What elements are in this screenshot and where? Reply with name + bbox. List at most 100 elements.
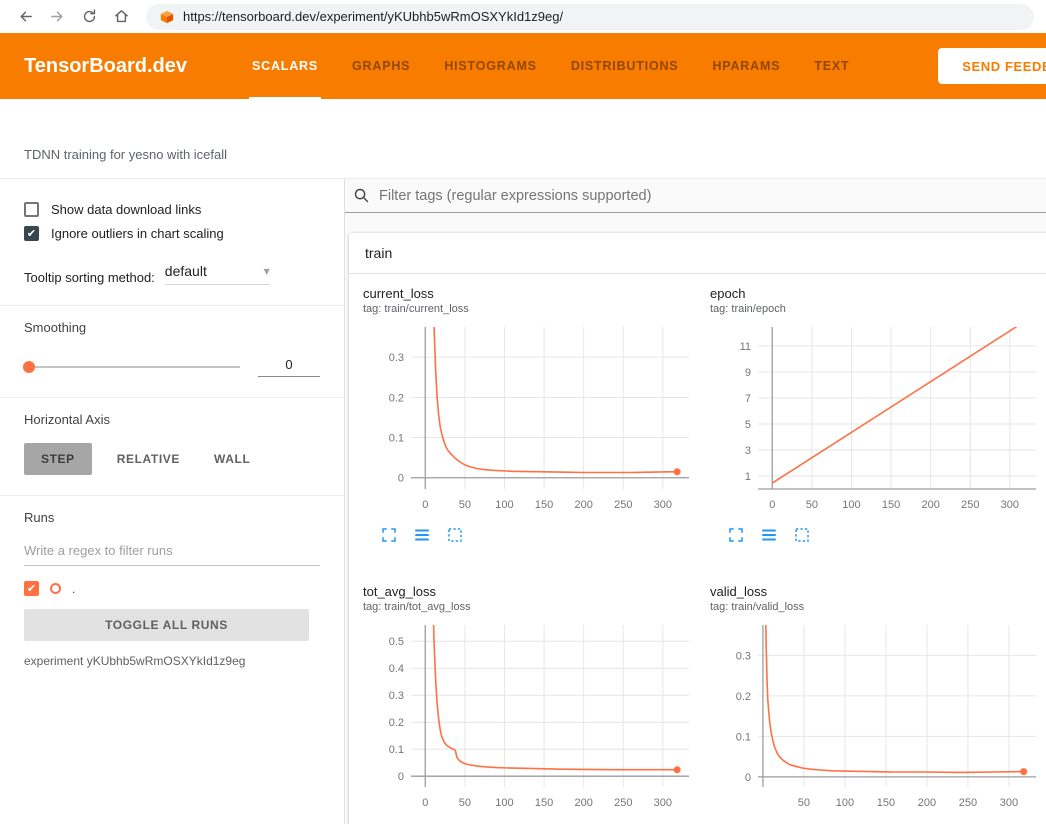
run-checkbox[interactable]: ✔ bbox=[24, 581, 39, 596]
experiment-id-note: experiment yKUbhb5wRmOSXYkId1z9eg bbox=[24, 654, 320, 668]
smoothing-slider-thumb[interactable] bbox=[23, 361, 35, 373]
chart-current-loss: current_loss tag: train/current_loss 050… bbox=[363, 286, 698, 544]
y-tick-label: 0.3 bbox=[736, 650, 751, 662]
experiment-title: TDNN training for yesno with icefall bbox=[24, 147, 227, 162]
series-end-dot bbox=[1020, 768, 1027, 775]
address-bar[interactable]: https://tensorboard.dev/experiment/yKUbh… bbox=[146, 4, 1034, 30]
show-download-links-row: Show data download links bbox=[24, 202, 320, 217]
train-section-header[interactable]: train bbox=[349, 233, 1046, 274]
x-tick-label: 250 bbox=[614, 499, 632, 511]
page: https://tensorboard.dev/experiment/yKUbh… bbox=[0, 0, 1046, 825]
home-icon[interactable] bbox=[106, 3, 136, 31]
series-line bbox=[429, 319, 677, 473]
url-text: https://tensorboard.dev/experiment/yKUbh… bbox=[183, 9, 563, 24]
y-tick-label: 0 bbox=[398, 473, 404, 485]
fit-domain-icon[interactable] bbox=[446, 526, 464, 544]
line-chart-plot[interactable]: 5010015020025030000.10.20.3 bbox=[710, 617, 1045, 818]
refresh-icon[interactable] bbox=[74, 3, 104, 31]
general-settings-section: Show data download links ✔ Ignore outlie… bbox=[0, 179, 344, 306]
tab-hparams[interactable]: HPARAMS bbox=[695, 33, 797, 99]
tab-distributions[interactable]: DISTRIBUTIONS bbox=[554, 33, 696, 99]
tab-histograms[interactable]: HISTOGRAMS bbox=[427, 33, 554, 99]
line-chart-svg: 05010015020025030000.10.20.3 bbox=[363, 319, 698, 515]
y-tick-label: 0 bbox=[745, 772, 751, 784]
y-tick-label: 5 bbox=[745, 419, 751, 431]
horizontal-axis-section: Horizontal Axis STEP RELATIVE WALL bbox=[0, 398, 344, 496]
tag-filter-row bbox=[345, 179, 1046, 213]
send-feedback-button[interactable]: SEND FEEDBACK bbox=[938, 48, 1046, 84]
y-tick-label: 0.2 bbox=[736, 691, 751, 703]
x-tick-label: 200 bbox=[921, 499, 939, 511]
tab-text[interactable]: TEXT bbox=[797, 33, 866, 99]
smoothing-section: Smoothing 0 bbox=[0, 306, 344, 398]
smoothing-slider[interactable] bbox=[24, 366, 240, 368]
line-chart-plot[interactable]: 05010015020025030000.10.20.3 bbox=[363, 319, 698, 520]
x-tick-label: 100 bbox=[495, 499, 513, 511]
axis-wall-button[interactable]: WALL bbox=[197, 443, 267, 475]
x-tick-label: 200 bbox=[918, 797, 936, 809]
series-end-dot bbox=[674, 766, 681, 773]
smoothing-label: Smoothing bbox=[24, 320, 320, 335]
chart-toolbar bbox=[363, 526, 698, 544]
run-list-icon[interactable] bbox=[413, 526, 431, 544]
tag-filter-input[interactable] bbox=[379, 188, 1046, 204]
expand-icon[interactable] bbox=[727, 526, 745, 544]
search-icon bbox=[353, 187, 370, 204]
main-panel: train current_loss tag: train/current_lo… bbox=[345, 179, 1046, 824]
ignore-outliers-label: Ignore outliers in chart scaling bbox=[51, 226, 224, 241]
tensorboard-favicon bbox=[160, 10, 174, 24]
y-tick-label: 0.5 bbox=[389, 636, 404, 648]
y-tick-label: 0.1 bbox=[389, 744, 404, 756]
brand-logo[interactable]: TensorBoard.dev bbox=[24, 55, 187, 78]
run-list-icon[interactable] bbox=[760, 526, 778, 544]
show-download-links-checkbox[interactable] bbox=[24, 202, 39, 217]
runs-filter-input[interactable] bbox=[24, 537, 320, 566]
horizontal-axis-buttons: STEP RELATIVE WALL bbox=[24, 443, 320, 475]
chart-title: valid_loss bbox=[710, 584, 1045, 599]
x-tick-label: 50 bbox=[459, 797, 471, 809]
y-tick-label: 0.2 bbox=[389, 717, 404, 729]
line-chart-svg: 5010015020025030000.10.20.3 bbox=[710, 617, 1045, 813]
x-tick-label: 200 bbox=[574, 499, 592, 511]
tab-scalars[interactable]: SCALARS bbox=[235, 33, 335, 99]
y-tick-label: 0.3 bbox=[389, 690, 404, 702]
x-tick-label: 200 bbox=[574, 797, 592, 809]
browser-toolbar: https://tensorboard.dev/experiment/yKUbh… bbox=[0, 0, 1046, 33]
expand-icon[interactable] bbox=[380, 526, 398, 544]
fit-domain-icon[interactable] bbox=[793, 526, 811, 544]
x-tick-label: 150 bbox=[535, 499, 553, 511]
chart-tag: tag: train/epoch bbox=[710, 303, 1045, 315]
line-chart-plot[interactable]: 0501001502002503001357911 bbox=[710, 319, 1045, 520]
toggle-all-runs-button[interactable]: TOGGLE ALL RUNS bbox=[24, 609, 309, 641]
forward-arrow-icon[interactable] bbox=[42, 3, 72, 31]
x-tick-label: 250 bbox=[961, 499, 979, 511]
settings-sidebar: Show data download links ✔ Ignore outlie… bbox=[0, 179, 345, 824]
tooltip-sorting-dropdown[interactable]: default ▼ bbox=[165, 263, 270, 285]
y-tick-label: 7 bbox=[745, 393, 751, 405]
x-tick-label: 300 bbox=[1000, 797, 1018, 809]
smoothing-value-input[interactable]: 0 bbox=[258, 357, 320, 377]
axis-relative-button[interactable]: RELATIVE bbox=[100, 443, 197, 475]
chart-epoch: epoch tag: train/epoch 05010015020025030… bbox=[710, 286, 1045, 544]
line-chart-plot[interactable]: 05010015020025030000.10.20.30.40.5 bbox=[363, 617, 698, 818]
x-tick-label: 150 bbox=[535, 797, 553, 809]
show-download-links-label: Show data download links bbox=[51, 202, 201, 217]
runs-label: Runs bbox=[24, 510, 320, 525]
y-tick-label: 9 bbox=[745, 367, 751, 379]
series-line bbox=[429, 617, 677, 770]
back-arrow-icon[interactable] bbox=[10, 3, 40, 31]
tooltip-sorting-row: Tooltip sorting method: default ▼ bbox=[24, 263, 320, 285]
ignore-outliers-checkbox[interactable]: ✔ bbox=[24, 226, 39, 241]
tooltip-sorting-value: default bbox=[165, 263, 207, 279]
ignore-outliers-row: ✔ Ignore outliers in chart scaling bbox=[24, 226, 320, 241]
y-tick-label: 0 bbox=[398, 771, 404, 783]
train-card: train current_loss tag: train/current_lo… bbox=[349, 233, 1046, 824]
x-tick-label: 100 bbox=[495, 797, 513, 809]
chart-title: epoch bbox=[710, 286, 1045, 301]
chart-tot-avg-loss: tot_avg_loss tag: train/tot_avg_loss 050… bbox=[363, 584, 698, 824]
tab-graphs[interactable]: GRAPHS bbox=[335, 33, 427, 99]
x-tick-label: 100 bbox=[842, 499, 860, 511]
axis-step-button[interactable]: STEP bbox=[24, 443, 92, 475]
y-tick-label: 0.1 bbox=[736, 731, 751, 743]
run-name: . bbox=[72, 582, 75, 596]
